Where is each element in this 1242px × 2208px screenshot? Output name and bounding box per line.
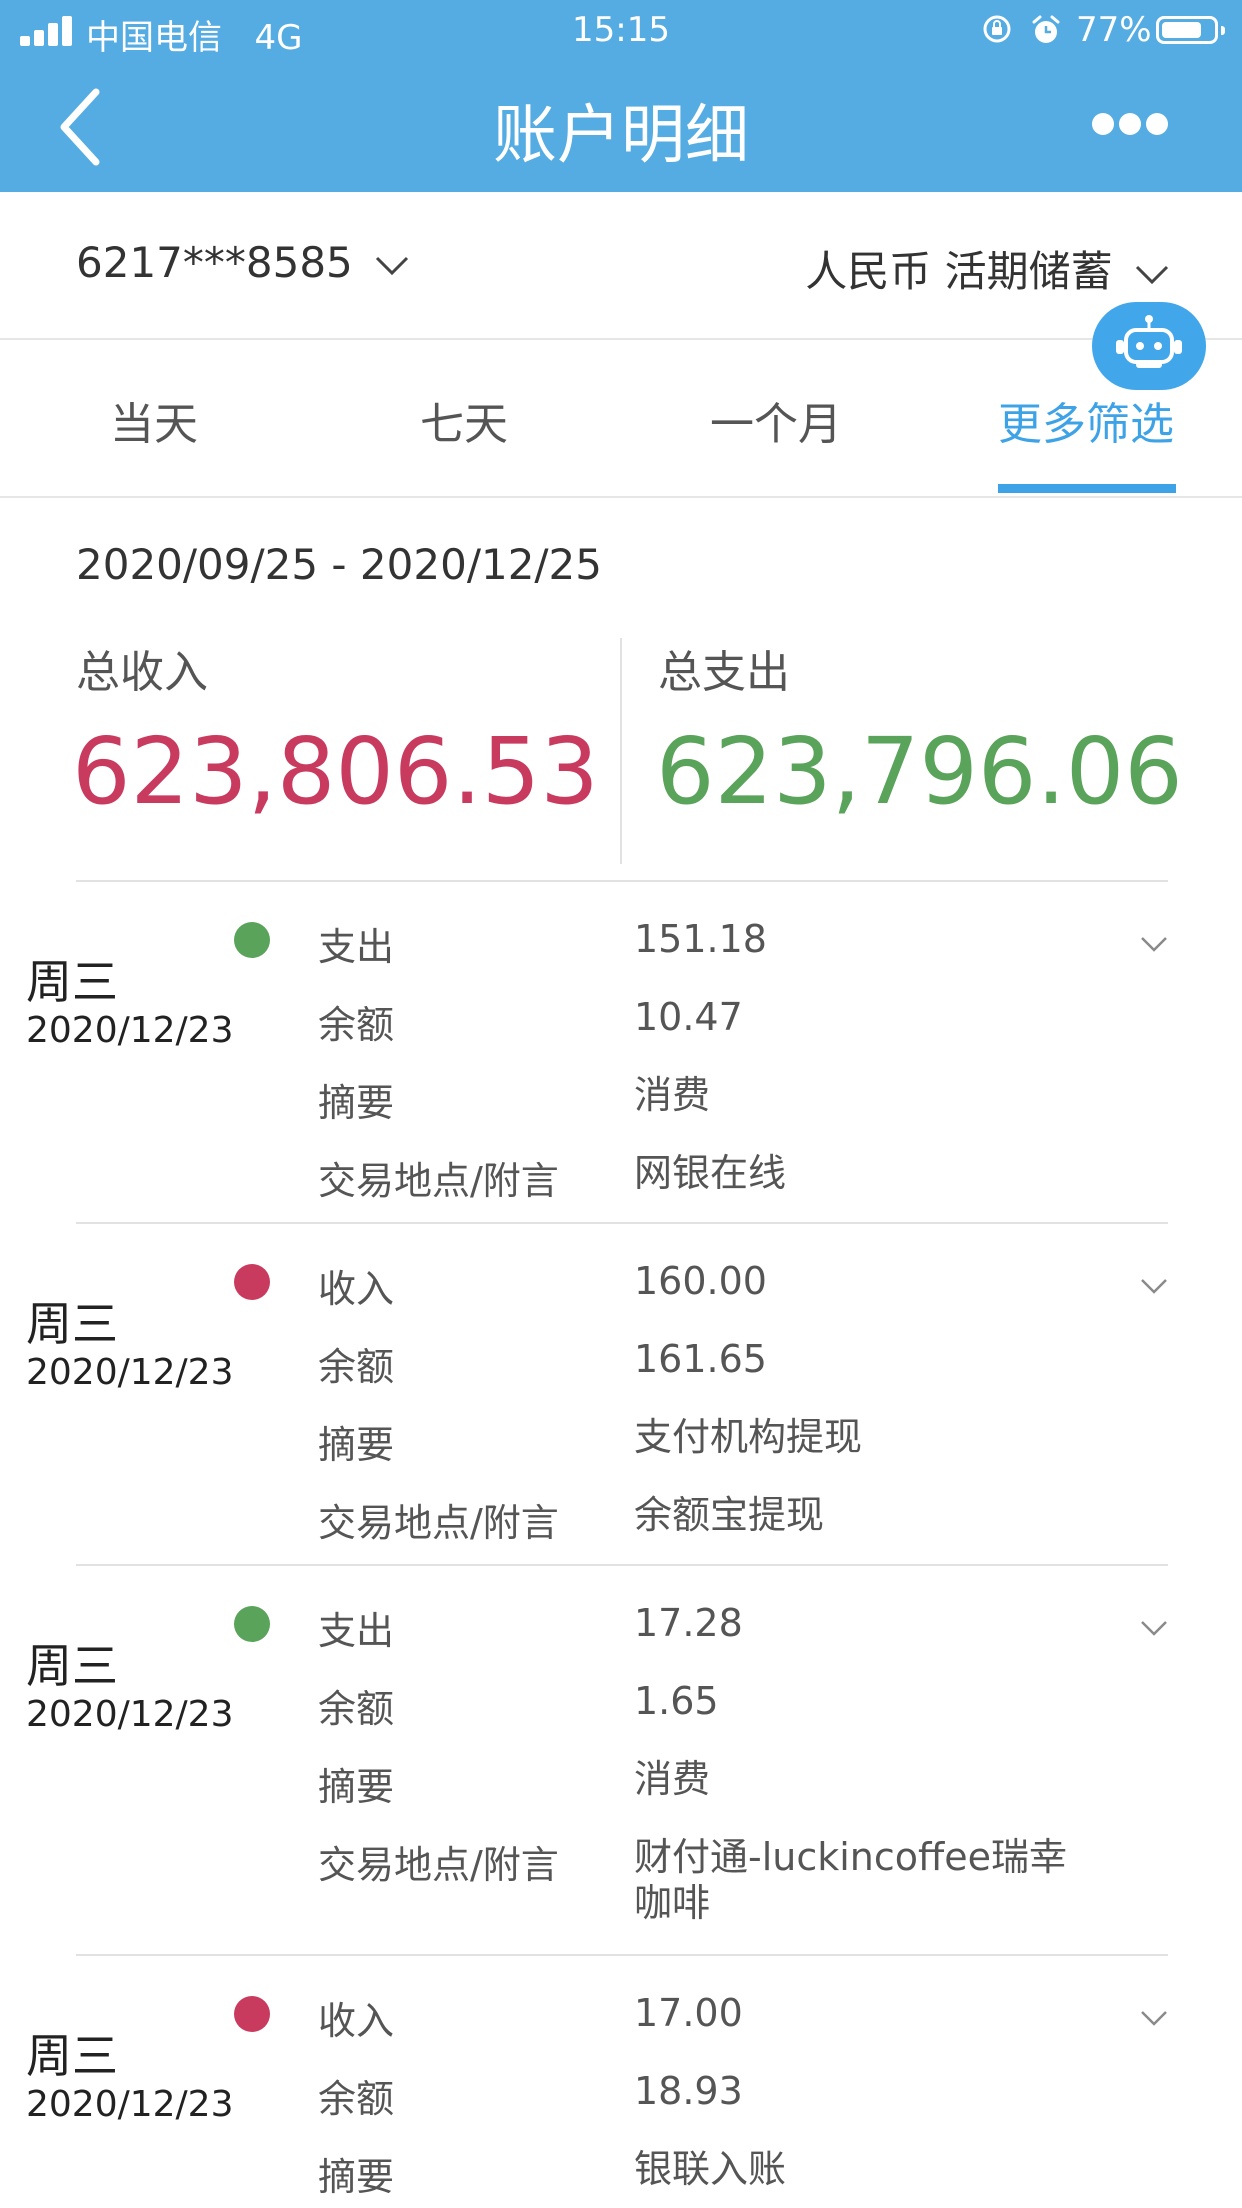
assistant-robot-button[interactable] [1092, 302, 1206, 390]
date-range: 2020/09/25 - 2020/12/25 [76, 540, 603, 589]
tx-amount: 17.00 [634, 1991, 743, 2035]
battery-icon [1156, 16, 1225, 44]
app-root: 中国电信 4G 15:15 77% 账户明细 6217***8585 人民币 活… [0, 0, 1242, 2208]
tx-balance: 1.65 [634, 1679, 719, 1723]
date-filter-tabs: 当天 七天 一个月 更多筛选 [0, 340, 1242, 498]
expand-chevron-icon[interactable] [1140, 936, 1168, 952]
income-dot-icon [234, 1996, 270, 2032]
income-dot-icon [234, 1264, 270, 1300]
active-tab-indicator [998, 484, 1176, 493]
tx-type-label: 收入 [318, 1267, 395, 1311]
tx-balance-label: 余额 [318, 2077, 395, 2121]
tx-weekday: 周三 [26, 1639, 118, 1693]
expense-total-value: 623,796.06 [656, 718, 1183, 825]
transaction-list: 周三 2020/12/23 支出 151.18 余额 10.47 摘要 消费 交… [0, 880, 1242, 2208]
tx-date: 2020/12/23 [26, 1694, 234, 1735]
rotation-lock-icon [983, 15, 1011, 43]
expand-chevron-icon[interactable] [1140, 2010, 1168, 2026]
tx-summary: 银联入账 [634, 2147, 787, 2191]
tx-type-label: 支出 [318, 1609, 395, 1653]
tx-balance: 18.93 [634, 2069, 743, 2113]
income-total-label: 总收入 [76, 647, 208, 698]
expand-chevron-icon[interactable] [1140, 1620, 1168, 1636]
tab-today[interactable]: 当天 [54, 388, 254, 452]
tx-balance-label: 余额 [318, 1687, 395, 1731]
more-button[interactable] [1092, 113, 1168, 137]
tx-date: 2020/12/23 [26, 2084, 234, 2125]
tx-date: 2020/12/23 [26, 1352, 234, 1393]
account-type: 人民币 活期储蓄 [805, 247, 1113, 296]
status-bar: 中国电信 4G 15:15 77% [0, 0, 1242, 64]
expense-dot-icon [234, 922, 270, 958]
account-number: 6217***8585 [76, 238, 353, 287]
transaction-item[interactable]: 周三 2020/12/23 收入 17.00 余额 18.93 摘要 银联入账 [26, 1954, 1168, 2208]
tx-balance-label: 余额 [318, 1345, 395, 1389]
tx-weekday: 周三 [26, 1297, 118, 1351]
tx-place-label: 交易地点/附言 [318, 1159, 559, 1203]
tab-one-month[interactable]: 一个月 [676, 388, 876, 452]
page-title: 账户明细 [493, 99, 749, 173]
tx-date: 2020/12/23 [26, 1010, 234, 1051]
tx-place-label: 交易地点/附言 [318, 1843, 559, 1887]
account-type-dropdown[interactable]: 人民币 活期储蓄 [805, 238, 1170, 299]
nav-header: 中国电信 4G 15:15 77% 账户明细 [0, 0, 1242, 192]
account-selector-row: 6217***8585 人民币 活期储蓄 [0, 192, 1242, 340]
tx-amount: 151.18 [634, 917, 767, 961]
tx-balance: 161.65 [634, 1337, 767, 1381]
battery-percent: 77% [1076, 10, 1152, 50]
tx-summary: 消费 [634, 1073, 711, 1117]
tx-summary-label: 摘要 [318, 1765, 395, 1809]
expense-dot-icon [234, 1606, 270, 1642]
expense-total-label: 总支出 [658, 647, 790, 698]
tab-more-filters[interactable]: 更多筛选 [986, 388, 1186, 452]
transaction-item[interactable]: 周三 2020/12/23 支出 17.28 余额 1.65 摘要 消费 交易地… [26, 1564, 1168, 1954]
tx-summary: 消费 [634, 1757, 711, 1801]
robot-icon [1116, 315, 1182, 368]
summary-divider [620, 638, 622, 864]
tx-summary-label: 摘要 [318, 1423, 395, 1467]
chevron-down-icon [376, 256, 409, 275]
tx-summary-label: 摘要 [318, 1081, 395, 1125]
tx-place: 财付通-luckincoffee瑞幸 咖啡 [634, 1835, 1067, 1925]
tx-amount: 160.00 [634, 1259, 767, 1303]
tx-amount: 17.28 [634, 1601, 743, 1645]
tx-type-label: 收入 [318, 1999, 395, 2043]
tx-balance: 10.47 [634, 995, 743, 1039]
tx-summary-label: 摘要 [318, 2155, 395, 2199]
chevron-down-icon [1135, 265, 1169, 284]
transaction-item[interactable]: 周三 2020/12/23 支出 151.18 余额 10.47 摘要 消费 交… [26, 880, 1168, 1222]
tab-seven-days[interactable]: 七天 [364, 388, 564, 452]
tx-summary: 支付机构提现 [634, 1415, 863, 1459]
tx-weekday: 周三 [26, 955, 118, 1009]
tx-weekday: 周三 [26, 2029, 118, 2083]
transaction-item[interactable]: 周三 2020/12/23 收入 160.00 余额 161.65 摘要 支付机… [26, 1222, 1168, 1564]
expand-chevron-icon[interactable] [1140, 1278, 1168, 1294]
tx-type-label: 支出 [318, 925, 395, 969]
tx-place: 网银在线 [634, 1151, 787, 1195]
alarm-icon [1032, 15, 1060, 43]
tx-balance-label: 余额 [318, 1003, 395, 1047]
tx-place: 余额宝提现 [634, 1493, 825, 1537]
tx-place-label: 交易地点/附言 [318, 1501, 559, 1545]
account-number-dropdown[interactable]: 6217***8585 [76, 238, 410, 287]
income-total-value: 623,806.53 [72, 718, 599, 825]
